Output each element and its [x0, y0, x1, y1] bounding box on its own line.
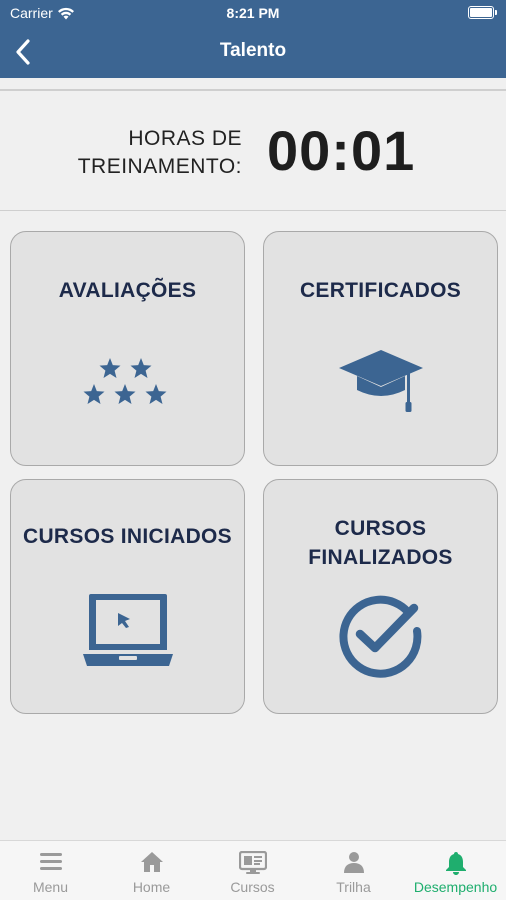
bell-icon	[445, 852, 466, 875]
person-icon	[343, 852, 364, 873]
tab-desempenho-label: Desempenho	[413, 879, 498, 895]
cursos-finalizados-card[interactable]: CURSOS FINALIZADOS	[263, 479, 498, 714]
check-circle-icon	[338, 595, 421, 678]
battery-icon	[468, 6, 497, 19]
tab-menu-label: Menu	[32, 879, 69, 895]
menu-icon	[39, 853, 62, 870]
top-divider	[0, 89, 506, 91]
hours-divider	[0, 210, 506, 211]
tab-bar: Menu Home Cursos Trilha Desempenho	[0, 840, 506, 900]
training-hours-label: HORAS DE TREINAMENTO:	[77, 127, 242, 178]
tab-cursos-label: Cursos	[230, 879, 275, 895]
cursos-iniciados-label: CURSOS INICIADOS	[23, 525, 232, 548]
tab-trilha-label: Trilha	[336, 879, 371, 895]
tab-trilha[interactable]: Trilha	[303, 841, 404, 900]
monitor-icon	[238, 851, 267, 874]
home-icon	[140, 852, 163, 872]
certificados-card[interactable]: CERTIFICADOS	[263, 231, 498, 466]
nav-bar: Talento	[0, 26, 506, 78]
cursos-finalizados-label: CURSOS FINALIZADOS	[308, 517, 453, 569]
graduation-cap-icon	[338, 350, 423, 412]
tab-cursos[interactable]: Cursos	[202, 841, 303, 900]
tab-home[interactable]: Home	[101, 841, 202, 900]
status-time: 8:21 PM	[226, 5, 280, 21]
avaliacoes-card[interactable]: AVALIAÇÕES	[10, 231, 245, 466]
training-hours-section: HORAS DE TREINAMENTO: 00:01	[0, 92, 506, 210]
certificados-label: CERTIFICADOS	[299, 279, 462, 302]
stars-icon	[83, 358, 166, 404]
page-title: Talento	[219, 40, 287, 61]
laptop-icon	[82, 594, 173, 666]
tab-desempenho[interactable]: Desempenho	[405, 841, 506, 900]
status-bar: Carrier 8:21 PM	[0, 0, 506, 26]
tab-menu[interactable]: Menu	[0, 841, 101, 900]
avaliacoes-label: AVALIAÇÕES	[58, 279, 197, 302]
tab-home-label: Home	[132, 879, 171, 895]
cursos-iniciados-card[interactable]: CURSOS INICIADOS	[10, 479, 245, 714]
training-hours-value: 00:01	[267, 119, 416, 182]
